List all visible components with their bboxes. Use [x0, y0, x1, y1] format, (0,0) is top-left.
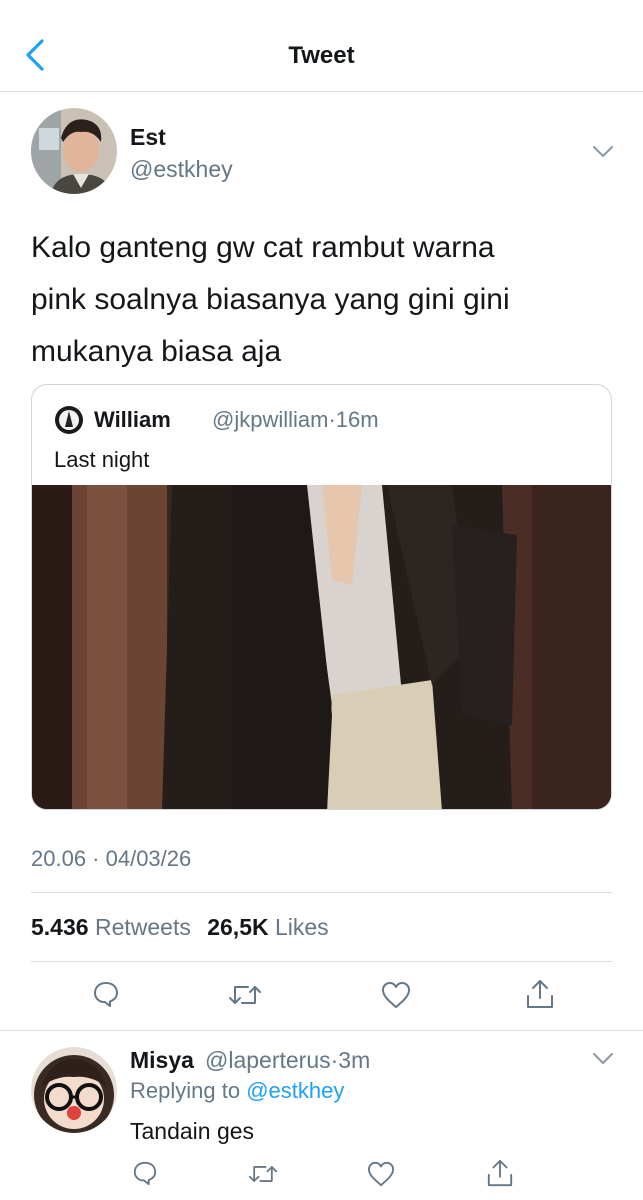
quote-author-name: William [94, 407, 171, 432]
tweet-stats: 5.436 Retweets 26,5K Likes [31, 914, 339, 941]
author-name[interactable]: Est [130, 124, 166, 151]
divider [0, 1030, 643, 1031]
reply-icon[interactable] [132, 1160, 158, 1186]
quote-photo[interactable] [32, 485, 612, 810]
likes-count[interactable]: 26,5K [207, 914, 268, 940]
quote-author-avatar [55, 406, 83, 434]
like-heart-icon[interactable] [381, 981, 411, 1009]
tweet-text-line: pink soalnya biasanya yang gini gini [31, 283, 510, 316]
replying-to: Replying to @estkhey [130, 1078, 344, 1104]
author-handle[interactable]: @estkhey [130, 156, 233, 183]
retweet-icon[interactable] [248, 1162, 278, 1186]
replying-handle-link[interactable]: @estkhey [246, 1078, 344, 1103]
divider [31, 892, 612, 893]
retweets-label[interactable]: Retweets [95, 914, 191, 940]
reply-author-avatar[interactable] [31, 1047, 117, 1133]
tweet-text: Kalo ganteng gw cat rambut warna pink so… [31, 222, 621, 378]
more-chevron-down-icon[interactable] [592, 145, 614, 159]
quote-meta: @jkpwilliam·16m [212, 407, 379, 433]
reply-text: Tandain ges [130, 1118, 255, 1144]
reply-more-chevron-down-icon[interactable] [592, 1052, 614, 1066]
nav-bar: Tweet [0, 0, 643, 92]
quote-time: 16m [335, 407, 379, 432]
likes-label[interactable]: Likes [275, 914, 329, 940]
tweet-text-line: mukanya biasa aja [31, 335, 282, 368]
reply-author-name[interactable]: Misya [130, 1047, 194, 1074]
quoted-tweet-card[interactable]: William @jkpwilliam·16m Last night [31, 384, 612, 810]
reply-meta[interactable]: @laperterus·3m [205, 1047, 370, 1074]
retweets-count[interactable]: 5.436 [31, 914, 89, 940]
tweet-text-line: Kalo ganteng gw cat rambut warna [31, 231, 495, 264]
reply-time: 3m [338, 1047, 371, 1073]
page-title: Tweet [288, 42, 355, 69]
quote-text: Last night [54, 447, 150, 472]
divider [31, 961, 612, 962]
tweet-timestamp: 20.06 · 04/03/26 [31, 846, 192, 871]
quote-separator: · [328, 407, 336, 432]
reply-action-bar [0, 1158, 643, 1190]
author-avatar[interactable] [31, 108, 117, 194]
like-heart-icon[interactable] [367, 1161, 395, 1187]
share-icon[interactable] [525, 978, 555, 1010]
tweet-action-bar [0, 976, 643, 1016]
replying-prefix: Replying to [130, 1078, 241, 1103]
share-icon[interactable] [486, 1158, 514, 1188]
quote-author-handle: @jkpwilliam [212, 407, 329, 432]
reply-icon[interactable] [92, 980, 120, 1008]
reply-author-handle: @laperterus [205, 1047, 331, 1073]
retweet-icon[interactable] [228, 982, 262, 1008]
